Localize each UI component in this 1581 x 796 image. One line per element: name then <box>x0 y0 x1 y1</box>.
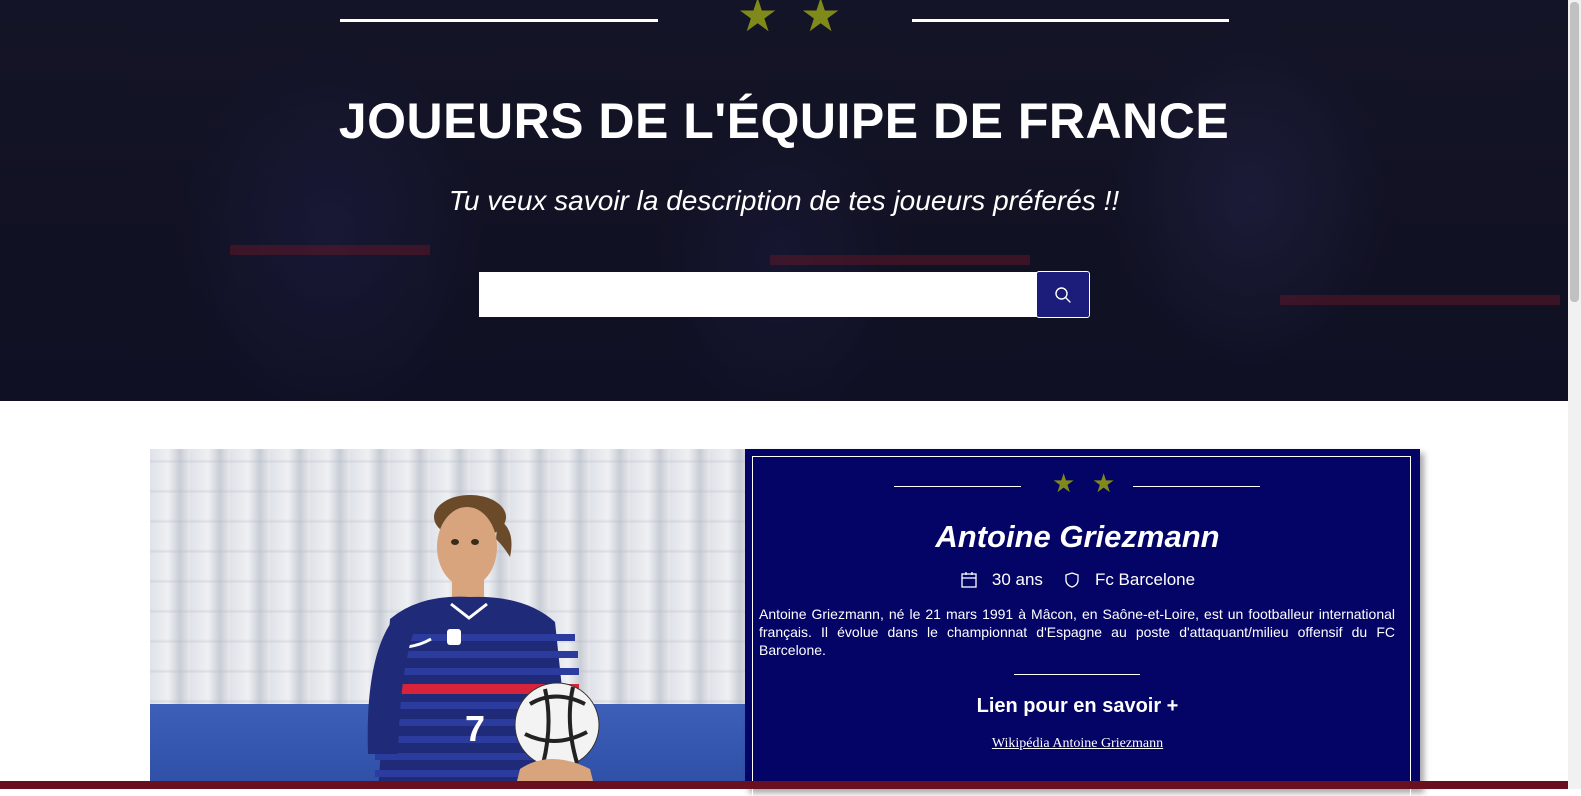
star-icon: ★ <box>1052 469 1076 499</box>
star-icon: ★ <box>1092 469 1116 499</box>
page-subtitle: Tu veux savoir la description de tes jou… <box>448 185 1120 216</box>
jersey-number: 7 <box>465 708 485 749</box>
player-figure: 7 <box>367 495 600 789</box>
player-meta: 30 ans Fc Barcelone <box>745 570 1410 590</box>
player-bio: Antoine Griezmann, né le 21 mars 1991 à … <box>759 606 1395 658</box>
more-info-heading: Lien pour en savoir + <box>976 695 1179 717</box>
bottom-edge-bar <box>0 781 1568 789</box>
star-icon: ★ <box>737 0 779 42</box>
page-title: JOUEURS DE L'ÉQUIPE DE FRANCE <box>338 93 1230 149</box>
hero-banner: ★ ★ JOUEURS DE L'ÉQUIPE DE FRANCE Tu veu… <box>0 0 1568 401</box>
calendar-icon <box>960 571 978 589</box>
player-card: 7 ★ ★ Antoine Griezmann 30 ans Fc Barcel… <box>150 449 1420 796</box>
info-divider-left <box>894 486 1021 487</box>
hero-divider-right <box>912 19 1229 22</box>
search-icon <box>1055 286 1071 303</box>
info-divider-right <box>1133 486 1260 487</box>
player-info-panel: ★ ★ Antoine Griezmann 30 ans Fc Barcelon… <box>745 449 1420 796</box>
player-club: Fc Barcelone <box>1094 570 1196 589</box>
scrollbar-thumb[interactable] <box>1570 2 1579 302</box>
bio-divider <box>1014 674 1140 675</box>
player-photo: 7 <box>150 449 745 789</box>
star-icon: ★ <box>800 0 842 42</box>
hero-divider-left <box>340 19 658 22</box>
player-age: 30 ans <box>991 570 1043 589</box>
wikipedia-link[interactable]: Wikipédia Antoine Griezmann <box>745 736 1410 752</box>
search-input[interactable] <box>479 272 1037 317</box>
player-name: Antoine Griezmann <box>935 519 1220 554</box>
search-button[interactable] <box>1036 271 1090 318</box>
shield-icon <box>1063 571 1081 589</box>
